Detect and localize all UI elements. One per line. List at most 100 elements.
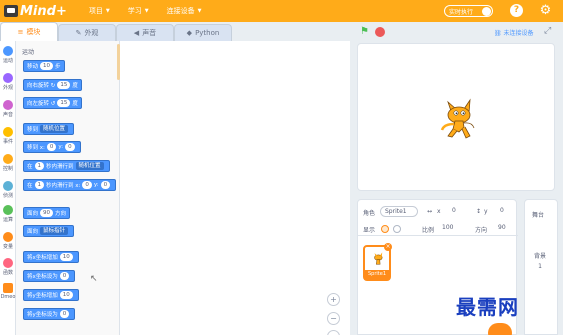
menu-project[interactable]: 项目 ▼ <box>89 6 110 16</box>
python-icon: ◆ <box>186 29 193 37</box>
category-label: 事件 <box>2 139 13 145</box>
stage-backdrop-panel[interactable]: 舞台 背景 1 <box>524 199 558 335</box>
block-change-y[interactable]: 将y坐标增加 10 <box>23 289 79 301</box>
category-dmeo[interactable]: Dmeo <box>0 283 16 300</box>
direction-field[interactable]: 90 <box>494 223 514 234</box>
block-set-y[interactable]: 将y坐标设为 0 <box>23 308 76 320</box>
block-change-x[interactable]: 将x坐标增加 10 <box>23 251 79 263</box>
block-text: 面向 <box>27 229 39 235</box>
block-number-input[interactable]: 0 <box>82 181 92 189</box>
category-variables[interactable]: 变量 <box>0 232 16 250</box>
x-label: x <box>437 208 441 215</box>
gear-icon[interactable]: ⚙ <box>539 4 552 17</box>
zoom-out-icon[interactable]: − <box>327 312 340 325</box>
zoom-in-icon[interactable]: + <box>327 293 340 306</box>
realtime-toggle[interactable]: 实时执行 <box>444 5 493 17</box>
category-operators[interactable]: 运算 <box>0 205 16 223</box>
block-number-input[interactable]: 1 <box>34 181 45 189</box>
block-text: 将y坐标增加 <box>27 293 58 299</box>
block-text: 将x坐标设为 <box>27 274 58 280</box>
block-number-input[interactable]: 10 <box>59 291 73 299</box>
block-point-towards[interactable]: 面向 鼠标指针 <box>23 225 75 237</box>
x-field[interactable]: 0 <box>448 206 468 217</box>
block-number-input[interactable]: 15 <box>57 99 71 107</box>
category-events[interactable]: 事件 <box>0 127 16 145</box>
watermark: 最需网 <box>456 295 519 319</box>
block-dropdown[interactable]: 随机位置 <box>40 125 69 133</box>
show-eye-icon[interactable] <box>381 225 389 233</box>
block-go-to[interactable]: 移到 随机位置 <box>23 123 75 135</box>
link-icon: ⛓ <box>494 30 502 37</box>
block-number-input[interactable]: 15 <box>57 81 71 89</box>
device-status-label: 未连接设备 <box>503 30 534 37</box>
block-dropdown[interactable]: 鼠标指针 <box>40 227 69 235</box>
category-sensing[interactable]: 侦测 <box>0 181 16 199</box>
menu-learn[interactable]: 学习 ▼ <box>128 6 149 16</box>
tab-python[interactable]: ◆ Python <box>174 24 232 41</box>
menu-connect-device[interactable]: 连接设备 ▼ <box>167 6 202 16</box>
category-label: 变量 <box>2 244 13 250</box>
category-dot-icon <box>3 232 13 242</box>
block-move-steps[interactable]: 移动 10 步 <box>23 60 65 72</box>
category-label: 函数 <box>2 270 13 276</box>
fullscreen-icon[interactable]: ⤢ <box>544 26 551 36</box>
editor-tabs: ≡ 模块 ✎ 外观 ◀ 声音 ◆ Python <box>0 22 240 41</box>
help-icon[interactable]: ? <box>510 4 523 17</box>
block-number-input[interactable]: 90 <box>40 209 54 217</box>
brush-icon: ✎ <box>75 29 82 37</box>
tab-blocks[interactable]: ≡ 模块 <box>0 22 58 41</box>
category-functions[interactable]: 函数 <box>0 258 16 276</box>
block-number-input[interactable]: 0 <box>59 272 70 280</box>
block-number-input[interactable]: 10 <box>59 253 73 261</box>
tab-python-label: Python <box>195 29 220 37</box>
y-field[interactable]: 0 <box>496 206 514 217</box>
delete-sprite-icon[interactable]: × <box>384 243 392 251</box>
category-motion[interactable]: 运动 <box>0 46 16 64</box>
block-number-input[interactable]: 0 <box>46 143 57 151</box>
chevron-down-icon: ▼ <box>197 8 202 14</box>
block-text: 向左旋转 ↺ <box>27 101 56 107</box>
sprite-tile[interactable]: × Sprite1 <box>363 243 392 281</box>
block-text: 方向 <box>55 211 67 217</box>
device-status[interactable]: ⛓ 未连接设备 <box>494 28 534 37</box>
tab-costumes[interactable]: ✎ 外观 <box>58 24 116 41</box>
block-number-input[interactable]: 1 <box>34 162 45 170</box>
category-sound[interactable]: 声音 <box>0 100 16 118</box>
block-text: 在 <box>27 183 33 189</box>
category-looks[interactable]: 外观 <box>0 73 16 91</box>
tab-sounds[interactable]: ◀ 声音 <box>116 24 174 41</box>
block-glide-to-xy[interactable]: 在 1 秒内滑行到 x: 0 y: 0 <box>23 179 117 191</box>
block-go-to-xy[interactable]: 移到 x: 0 y: 0 <box>23 141 81 153</box>
block-number-input[interactable]: 10 <box>40 62 54 70</box>
sprite-name-field[interactable]: Sprite1 <box>380 206 418 217</box>
menu-learn-label: 学习 <box>127 7 142 15</box>
block-text: 度 <box>72 83 78 89</box>
app-logo[interactable]: Mind+ <box>4 4 67 19</box>
hide-eye-icon[interactable] <box>393 225 401 233</box>
stop-icon[interactable] <box>375 27 385 37</box>
block-point-direction[interactable]: 面向 90 方向 <box>23 207 71 219</box>
block-set-x[interactable]: 将x坐标设为 0 <box>23 270 76 282</box>
block-glide-to[interactable]: 在 1 秒内滑行到 随机位置 <box>23 160 110 172</box>
palette-heading: 运动 <box>22 49 35 56</box>
block-number-input[interactable]: 0 <box>100 181 111 189</box>
size-field[interactable]: 100 <box>438 223 460 234</box>
backdrop-subtitle: 背景 <box>534 253 547 260</box>
chevron-down-icon: ▼ <box>105 8 110 14</box>
block-number-input[interactable]: 0 <box>65 143 75 151</box>
block-turn-right[interactable]: 向右旋转 ↻ 15 度 <box>23 79 82 91</box>
stage[interactable] <box>357 43 555 191</box>
category-label: Dmeo <box>0 294 16 300</box>
block-dropdown[interactable]: 随机位置 <box>75 162 104 170</box>
cat-sprite-icon[interactable] <box>438 96 478 142</box>
logo-icon <box>4 5 18 17</box>
green-flag-icon[interactable]: ⚑ <box>360 27 370 37</box>
choose-sprite-button[interactable] <box>488 323 512 335</box>
category-control[interactable]: 控制 <box>0 154 16 172</box>
block-number-input[interactable]: 0 <box>59 310 70 318</box>
category-label: 侦测 <box>2 193 13 199</box>
script-workspace[interactable] <box>120 41 350 335</box>
block-text: 向右旋转 ↻ <box>27 83 56 89</box>
top-menu-bar: Mind+ 项目 ▼ 学习 ▼ 连接设备 ▼ 实时执行 ? ⚙ <box>0 0 563 22</box>
block-turn-left[interactable]: 向左旋转 ↺ 15 度 <box>23 97 82 109</box>
